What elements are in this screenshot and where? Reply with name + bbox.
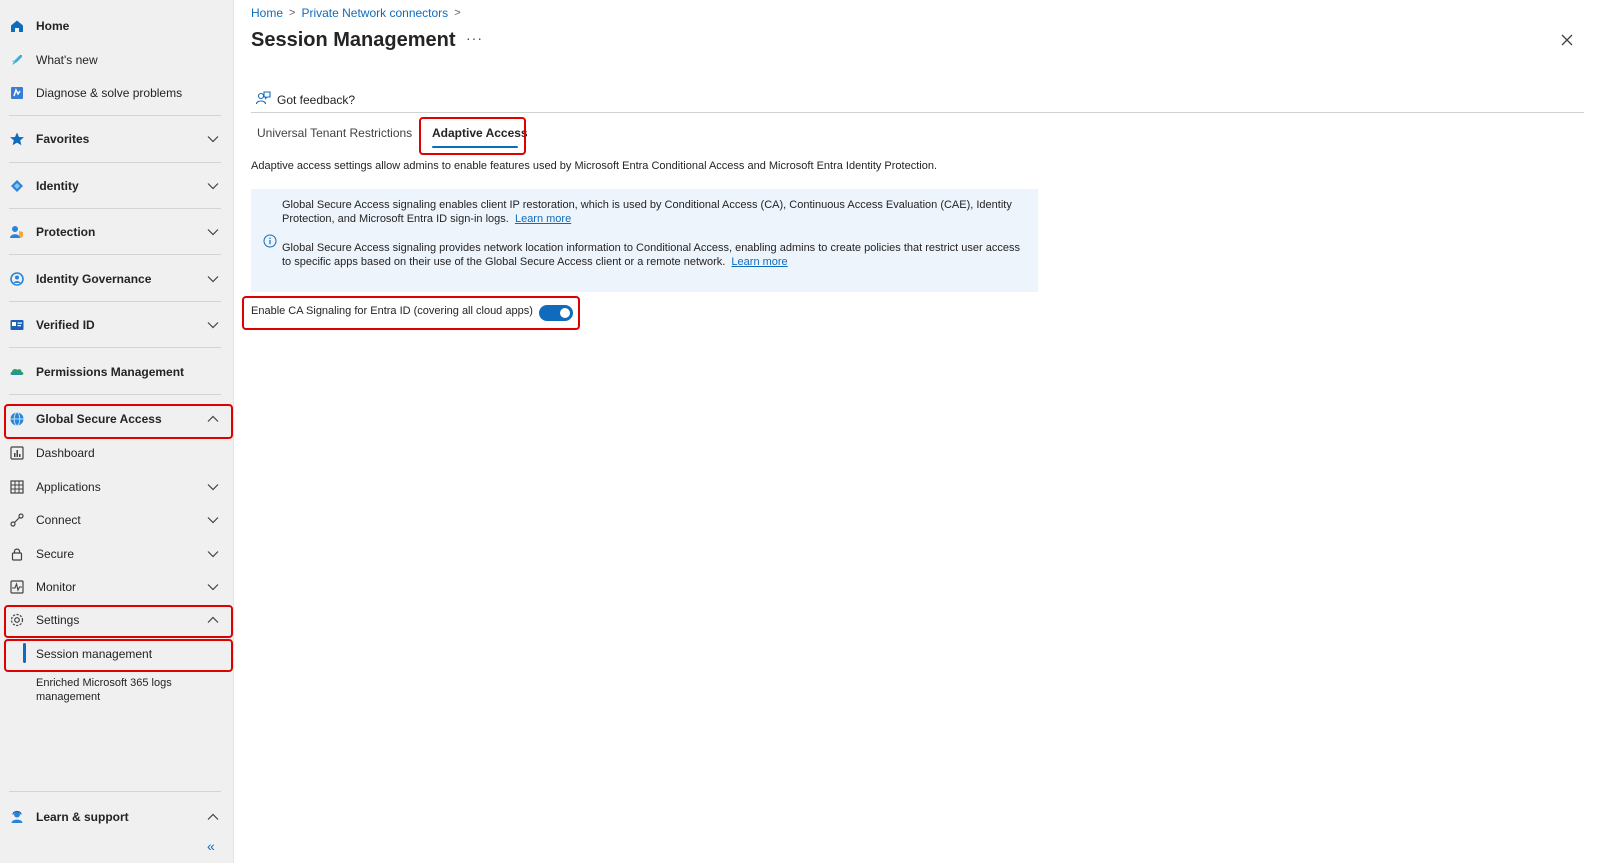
sidebar-item-monitor[interactable]: Monitor: [0, 578, 234, 596]
info-paragraph-1: Global Secure Access signaling enables c…: [282, 198, 1022, 226]
sidebar-item-label: Verified ID: [36, 318, 95, 332]
sidebar-item-protection[interactable]: Protection: [0, 223, 234, 241]
close-icon: [1559, 34, 1575, 52]
sidebar-divider: [9, 791, 221, 792]
sidebar-item-dashboard[interactable]: Dashboard: [0, 444, 234, 462]
sidebar-item-label: Identity: [36, 179, 79, 193]
chevron-down-icon: [206, 580, 220, 594]
chevron-down-icon: [206, 132, 220, 146]
diagnose-icon: [9, 85, 25, 101]
highlight-settings: [4, 605, 233, 638]
chevron-down-icon: [206, 225, 220, 239]
home-icon: [9, 18, 25, 34]
info-text-2: Global Secure Access signaling provides …: [282, 242, 1020, 268]
breadcrumb-separator: >: [289, 7, 296, 19]
sidebar-item-label: Connect: [36, 513, 81, 527]
feedback-button[interactable]: Got feedback?: [255, 90, 355, 109]
breadcrumb-connectors-link[interactable]: Private Network connectors: [301, 6, 448, 20]
info-icon: [263, 234, 277, 248]
sidebar-item-identity[interactable]: Identity: [0, 177, 234, 195]
grid-icon: [9, 479, 25, 495]
sidebar-divider: [9, 254, 221, 255]
chevron-down-icon: [206, 547, 220, 561]
sidebar-item-applications[interactable]: Applications: [0, 478, 234, 496]
cloud-icon: [9, 364, 25, 380]
highlight-session-management: [4, 639, 233, 672]
sidebar-item-label: Home: [36, 19, 70, 33]
sidebar-item-home[interactable]: Home: [0, 17, 234, 35]
sidebar-item-label: Identity Governance: [36, 272, 152, 286]
sidebar-item-label: Applications: [36, 480, 101, 494]
sidebar-divider: [9, 208, 221, 209]
close-button[interactable]: [1559, 32, 1575, 48]
highlight-ca-signaling: [242, 296, 580, 330]
breadcrumb-separator: >: [454, 7, 461, 19]
star-icon: [9, 131, 25, 147]
sidebar-divider: [9, 162, 221, 163]
sidebar-item-verified-id[interactable]: Verified ID: [0, 316, 234, 334]
governance-icon: [9, 271, 25, 287]
highlight-global-secure-access: [4, 404, 233, 439]
feedback-icon: [255, 90, 271, 109]
tab-universal-tenant-restrictions[interactable]: Universal Tenant Restrictions: [257, 126, 412, 140]
sidebar-item-label: Diagnose & solve problems: [36, 86, 183, 100]
sidebar-item-learn-support[interactable]: Learn & support: [0, 808, 234, 826]
info-text-1: Global Secure Access signaling enables c…: [282, 199, 1012, 225]
learn-more-link-2[interactable]: Learn more: [731, 256, 787, 268]
sidebar-item-permissions-management[interactable]: Permissions Management: [0, 363, 234, 381]
learn-more-link-1[interactable]: Learn more: [515, 213, 571, 225]
info-banner: Global Secure Access signaling enables c…: [251, 189, 1038, 292]
toolbar-divider: [251, 112, 1584, 113]
sidebar-item-label: Dashboard: [36, 446, 95, 460]
more-options-button[interactable]: ···: [466, 30, 483, 46]
breadcrumb: Home > Private Network connectors >: [251, 6, 461, 20]
sidebar-divider: [9, 115, 221, 116]
feedback-label: Got feedback?: [277, 92, 356, 107]
lock-icon: [9, 546, 25, 562]
chevron-down-icon: [206, 480, 220, 494]
verified-id-icon: [9, 317, 25, 333]
dashboard-icon: [9, 445, 25, 461]
sidebar-item-label: Favorites: [36, 132, 90, 146]
chevron-down-icon: [206, 179, 220, 193]
sidebar-divider: [9, 301, 221, 302]
chevron-down-icon: [206, 318, 220, 332]
sidebar-item-label: Permissions Management: [36, 365, 185, 379]
sidebar-divider: [9, 394, 221, 395]
protection-icon: [9, 224, 25, 240]
info-paragraph-2: Global Secure Access signaling provides …: [282, 241, 1022, 269]
sidebar-item-whats-new[interactable]: What's new: [0, 51, 234, 69]
sidebar-item-label: Monitor: [36, 580, 77, 594]
identity-icon: [9, 178, 25, 194]
support-icon: [9, 809, 25, 825]
chevron-up-icon: [206, 810, 220, 824]
sidebar-item-favorites[interactable]: Favorites: [0, 130, 234, 148]
monitor-icon: [9, 579, 25, 595]
breadcrumb-home-link[interactable]: Home: [251, 6, 283, 20]
sidebar-item-enriched-logs[interactable]: Enriched Microsoft 365 logs management: [0, 676, 234, 706]
sidebar-item-label: Enriched Microsoft 365 logs management: [36, 677, 172, 703]
sidebar-item-label: Learn & support: [36, 810, 129, 824]
sidebar-item-label: Protection: [36, 225, 96, 239]
description-text: Adaptive access settings allow admins to…: [251, 160, 938, 172]
chevron-down-icon: [206, 513, 220, 527]
sidebar-item-identity-governance[interactable]: Identity Governance: [0, 270, 234, 288]
sidebar-item-connect[interactable]: Connect: [0, 511, 234, 529]
rocket-icon: [9, 52, 25, 68]
sidebar-item-diagnose[interactable]: Diagnose & solve problems: [0, 84, 234, 102]
sidebar-divider: [9, 347, 221, 348]
chevron-down-icon: [206, 272, 220, 286]
connect-icon: [9, 512, 25, 528]
sidebar-item-label: Secure: [36, 547, 75, 561]
sidebar: Home What's new Diagnose & solve problem…: [0, 0, 234, 863]
sidebar-item-label: What's new: [36, 53, 98, 67]
page-title: Session Management: [251, 29, 456, 51]
collapse-sidebar-button[interactable]: «: [207, 838, 215, 854]
highlight-adaptive-access-tab: [419, 117, 526, 155]
sidebar-item-secure[interactable]: Secure: [0, 545, 234, 563]
